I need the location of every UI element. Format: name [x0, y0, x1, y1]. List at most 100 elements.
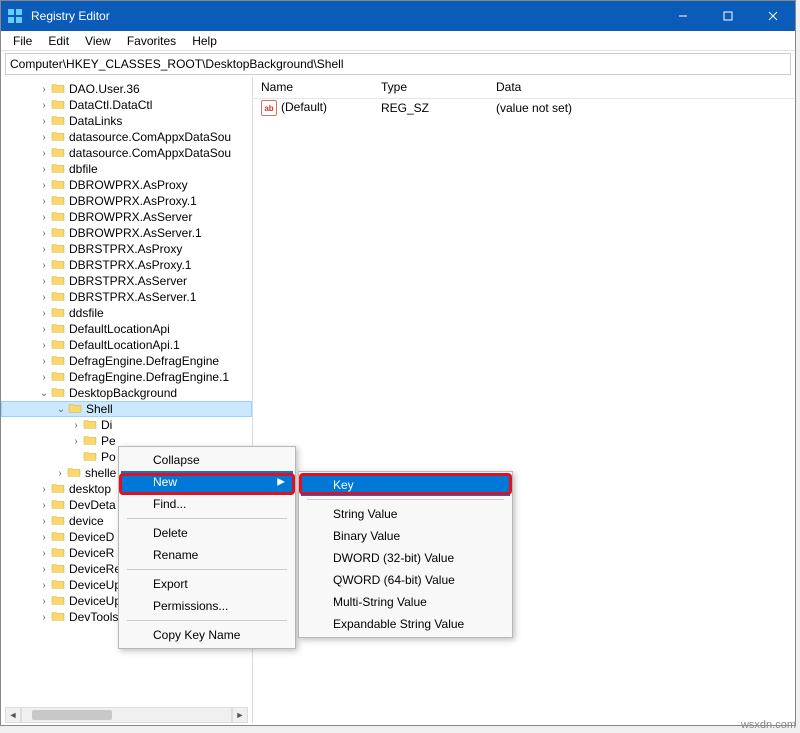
- chevron-right-icon[interactable]: ›: [37, 580, 51, 591]
- chevron-right-icon[interactable]: ›: [37, 196, 51, 207]
- menu-view[interactable]: View: [77, 32, 119, 50]
- tree-item[interactable]: ›DataLinks: [1, 113, 252, 129]
- maximize-button[interactable]: [705, 1, 750, 31]
- tree-item[interactable]: ›DBROWPRX.AsServer: [1, 209, 252, 225]
- chevron-right-icon[interactable]: ›: [37, 532, 51, 543]
- cm-new-expand[interactable]: Expandable String Value: [301, 613, 510, 635]
- tree-item[interactable]: › dbfile: [1, 161, 252, 177]
- titlebar[interactable]: Registry Editor: [1, 1, 795, 31]
- chevron-right-icon[interactable]: ›: [69, 420, 83, 431]
- cm-rename[interactable]: Rename: [121, 544, 293, 566]
- chevron-right-icon[interactable]: ›: [53, 468, 67, 479]
- cm-delete[interactable]: Delete: [121, 522, 293, 544]
- tree-item[interactable]: ›DBRSTPRX.AsServer.1: [1, 289, 252, 305]
- tree-item[interactable]: ›ddsfile: [1, 305, 252, 321]
- chevron-right-icon[interactable]: ›: [37, 484, 51, 495]
- col-header-type[interactable]: Type: [373, 77, 488, 98]
- tree-item[interactable]: ›Di: [1, 417, 252, 433]
- chevron-right-icon[interactable]: ›: [37, 148, 51, 159]
- tree-item[interactable]: ›DefaultLocationApi.1: [1, 337, 252, 353]
- folder-icon: [51, 386, 67, 400]
- tree-item[interactable]: ›DefragEngine.DefragEngine: [1, 353, 252, 369]
- chevron-right-icon[interactable]: ›: [37, 212, 51, 223]
- scroll-track[interactable]: [21, 707, 232, 723]
- chevron-right-icon[interactable]: ›: [37, 356, 51, 367]
- chevron-right-icon[interactable]: ›: [37, 516, 51, 527]
- col-header-name[interactable]: Name: [253, 77, 373, 98]
- menu-favorites[interactable]: Favorites: [119, 32, 184, 50]
- col-header-data[interactable]: Data: [488, 77, 795, 98]
- tree-item[interactable]: ›DBROWPRX.AsProxy: [1, 177, 252, 193]
- chevron-right-icon[interactable]: ›: [37, 164, 51, 175]
- tree-item-label: dbfile: [69, 162, 98, 176]
- tree-item[interactable]: ›DBRSTPRX.AsServer: [1, 273, 252, 289]
- scroll-thumb[interactable]: [32, 710, 112, 720]
- folder-icon: [51, 546, 67, 560]
- tree-horizontal-scrollbar[interactable]: ◄ ►: [5, 707, 248, 723]
- chevron-right-icon[interactable]: ›: [37, 132, 51, 143]
- chevron-right-icon[interactable]: ›: [37, 100, 51, 111]
- cm-new-binary[interactable]: Binary Value: [301, 525, 510, 547]
- tree-item[interactable]: ›DefragEngine.DefragEngine.1: [1, 369, 252, 385]
- tree-item[interactable]: ›DBROWPRX.AsServer.1: [1, 225, 252, 241]
- chevron-down-icon[interactable]: ⌄: [37, 388, 51, 399]
- chevron-right-icon[interactable]: ›: [37, 612, 51, 623]
- chevron-right-icon[interactable]: ›: [37, 180, 51, 191]
- scroll-left-button[interactable]: ◄: [5, 707, 21, 723]
- tree-item-label: DBROWPRX.AsProxy.1: [69, 194, 197, 208]
- minimize-button[interactable]: [660, 1, 705, 31]
- scroll-right-button[interactable]: ►: [232, 707, 248, 723]
- cm-find[interactable]: Find...: [121, 493, 293, 515]
- address-bar[interactable]: Computer\HKEY_CLASSES_ROOT\DesktopBackgr…: [5, 53, 791, 75]
- chevron-right-icon[interactable]: ›: [37, 340, 51, 351]
- cm-new-key[interactable]: Key: [301, 474, 510, 496]
- cm-permissions[interactable]: Permissions...: [121, 595, 293, 617]
- menu-edit[interactable]: Edit: [40, 32, 77, 50]
- chevron-down-icon[interactable]: ⌄: [54, 404, 68, 415]
- folder-icon: [51, 82, 67, 96]
- cm-export[interactable]: Export: [121, 573, 293, 595]
- menu-file[interactable]: File: [5, 32, 40, 50]
- chevron-right-icon[interactable]: ›: [37, 244, 51, 255]
- tree-item[interactable]: ›DataCtl.DataCtl: [1, 97, 252, 113]
- chevron-right-icon[interactable]: ›: [37, 308, 51, 319]
- chevron-right-icon[interactable]: ›: [37, 372, 51, 383]
- chevron-right-icon[interactable]: ›: [37, 292, 51, 303]
- cm-new-dword[interactable]: DWORD (32-bit) Value: [301, 547, 510, 569]
- folder-icon: [83, 418, 99, 432]
- chevron-right-icon[interactable]: ›: [37, 564, 51, 575]
- chevron-right-icon[interactable]: ›: [37, 548, 51, 559]
- submenu-arrow-icon: ▶: [277, 477, 285, 488]
- tree-item[interactable]: ›DBRSTPRX.AsProxy: [1, 241, 252, 257]
- chevron-right-icon[interactable]: ›: [37, 500, 51, 511]
- tree-item[interactable]: ⌄ Shell: [1, 401, 252, 417]
- chevron-right-icon[interactable]: ›: [37, 84, 51, 95]
- tree-item-label: DeviceR: [69, 546, 114, 560]
- menu-help[interactable]: Help: [184, 32, 225, 50]
- chevron-right-icon[interactable]: ›: [69, 436, 83, 447]
- list-row[interactable]: ab(Default) REG_SZ (value not set): [253, 99, 795, 117]
- chevron-right-icon[interactable]: ›: [37, 116, 51, 127]
- tree-item[interactable]: ⌄DesktopBackground: [1, 385, 252, 401]
- chevron-right-icon[interactable]: ›: [37, 324, 51, 335]
- chevron-right-icon[interactable]: ›: [37, 260, 51, 271]
- close-button[interactable]: [750, 1, 795, 31]
- cm-new-multi[interactable]: Multi-String Value: [301, 591, 510, 613]
- chevron-right-icon[interactable]: ›: [37, 596, 51, 607]
- tree-item[interactable]: ›DAO.User.36: [1, 81, 252, 97]
- cm-collapse[interactable]: Collapse: [121, 449, 293, 471]
- chevron-right-icon[interactable]: ›: [37, 276, 51, 287]
- cm-new-qword[interactable]: QWORD (64-bit) Value: [301, 569, 510, 591]
- tree-item[interactable]: › datasource.ComAppxDataSou: [1, 129, 252, 145]
- tree-item-label: Shell: [86, 402, 113, 416]
- cm-new[interactable]: New ▶: [121, 471, 293, 493]
- tree-item-label: datasource.ComAppxDataSou: [69, 130, 231, 144]
- chevron-right-icon[interactable]: ›: [37, 228, 51, 239]
- tree-item-label: DefaultLocationApi: [69, 322, 170, 336]
- tree-item[interactable]: ›DBRSTPRX.AsProxy.1: [1, 257, 252, 273]
- tree-item[interactable]: › DBROWPRX.AsProxy.1: [1, 193, 252, 209]
- tree-item[interactable]: › DefaultLocationApi: [1, 321, 252, 337]
- cm-copy-key-name[interactable]: Copy Key Name: [121, 624, 293, 646]
- cm-new-string[interactable]: String Value: [301, 503, 510, 525]
- tree-item[interactable]: ›datasource.ComAppxDataSou: [1, 145, 252, 161]
